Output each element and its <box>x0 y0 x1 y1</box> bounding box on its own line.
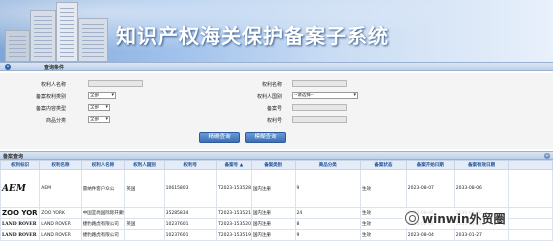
col-header-product-category[interactable]: 商品分类 <box>294 160 361 170</box>
row-rights-number: 10237601 <box>163 218 217 230</box>
row-holder-country: 英国 <box>124 169 165 208</box>
col-header-filing-number[interactable]: 备案号 ▲ <box>215 160 252 170</box>
row-rights-number: 10615803 <box>163 169 217 208</box>
row-filing-number[interactable]: T2023-153519 <box>215 229 252 241</box>
zoo-york-logo: ZOO YOR <box>2 209 38 217</box>
land-rover-logo: LAND ROVER <box>2 232 37 238</box>
results-table: 权利标识 权利名称 权利人名称 权利人国别 权利号 备案号 ▲ 备案类别 商品分… <box>0 160 553 241</box>
page-title: 知识产权海关保护备案子系统 <box>116 24 389 48</box>
col-header-holder-name[interactable]: 权利人名称 <box>80 160 126 170</box>
row-logo: LAND ROVER <box>0 218 41 230</box>
row-filing-status: 生效 <box>359 207 407 219</box>
row-rights-name[interactable]: LAND ROVER <box>39 218 82 230</box>
row-rights-name[interactable]: LAND ROVER <box>39 229 82 241</box>
row-filing-status: 生效 <box>359 169 407 208</box>
row-filing-number[interactable]: T2023-153521 <box>215 207 252 219</box>
table-row[interactable]: AEM AEM 雷纳件客户众公 英国 10615803 T2023-153528… <box>0 169 553 208</box>
row-end-date: 2033-08-06 <box>453 169 510 208</box>
row-filing-type: 国内注册 <box>250 207 296 219</box>
search-form: 权利人名称 权利名称 备案权利类别 全部 权利人国别 --请选择-- 备案内容类… <box>0 73 553 149</box>
col-header-filing-status[interactable]: 备案状态 <box>359 160 407 170</box>
row-holder-name: 捷豹路虎有限公司 <box>80 218 126 230</box>
filing-content-type-select[interactable]: 全部 <box>88 104 110 111</box>
holder-nationality-select[interactable]: --请选择-- <box>292 92 358 99</box>
row-holder-name: 中国宜尚国际际开蒙鲜动 <box>80 207 126 219</box>
rights-holder-name-label: 权利人名称 <box>40 82 66 88</box>
fuzzy-query-button[interactable]: 模糊查询 <box>245 132 286 143</box>
row-holder-country <box>124 229 165 241</box>
row-filing-type: 国内注册 <box>250 169 296 208</box>
row-holder-country: 英国 <box>124 218 165 230</box>
collapse-icon[interactable]: + <box>544 153 550 159</box>
info-icon: • <box>5 64 11 70</box>
watermark-text: winwin外贸圈 <box>422 211 506 226</box>
table-header-row: 权利标识 权利名称 权利人名称 权利人国别 权利号 备案号 ▲ 备案类别 商品分… <box>0 160 553 170</box>
rights-name-input[interactable] <box>292 80 347 87</box>
row-filing-status: 生效 <box>359 229 407 241</box>
row-holder-name: 雷纳件客户众公 <box>80 169 126 208</box>
rights-number-input[interactable] <box>292 116 347 123</box>
wechat-icon <box>405 211 419 225</box>
precise-query-button[interactable]: 精确查询 <box>199 132 240 143</box>
search-panel-title: 查询条件 <box>44 65 65 71</box>
row-filing-number[interactable]: T2023-153520 <box>215 218 252 230</box>
row-logo: ZOO YOR <box>0 207 41 219</box>
row-rights-name[interactable]: AEM <box>39 169 82 208</box>
product-category-label: 商品分类 <box>45 118 66 124</box>
filing-number-label: 备案号 <box>266 106 282 112</box>
row-product-category: 24 <box>294 207 361 219</box>
rights-name-label: 权利名称 <box>261 82 282 88</box>
building-image <box>78 18 108 62</box>
row-rights-number: 10237601 <box>163 229 217 241</box>
row-filing-number[interactable]: T2023-153528 <box>215 169 252 208</box>
results-panel-title: 备案查询 <box>3 154 24 160</box>
col-header-rights-logo[interactable]: 权利标识 <box>0 160 41 170</box>
row-filing-type: 国内注册 <box>250 218 296 230</box>
rights-number-label: 权利号 <box>266 118 282 124</box>
col-header-start-date[interactable]: 备案开始日期 <box>405 160 455 170</box>
row-logo: LAND ROVER <box>0 229 41 241</box>
row-product-category: 9 <box>294 169 361 208</box>
row-rights-number: 35285834 <box>163 207 217 219</box>
product-category-select[interactable]: 全部 <box>88 116 110 123</box>
col-header-rights-name[interactable]: 权利名称 <box>39 160 82 170</box>
table-row[interactable]: LAND ROVER LAND ROVER 捷豹路虎有限公司 10237601 … <box>0 229 553 241</box>
row-rights-name[interactable]: ZOO YORK <box>39 207 82 219</box>
holder-nationality-label: 权利人国别 <box>256 94 282 100</box>
aem-logo: AEM <box>2 183 26 194</box>
row-start-date: 2023-08-04 <box>405 229 455 241</box>
filing-rights-type-select[interactable]: 全部 <box>88 92 116 99</box>
col-header-end-date[interactable]: 备案有效日期 <box>453 160 510 170</box>
rights-holder-name-input[interactable] <box>88 80 143 87</box>
search-panel-header[interactable]: • 查询条件 <box>0 62 553 71</box>
building-image <box>56 2 78 62</box>
row-holder-name: 捷豹路虎有限公司 <box>80 229 126 241</box>
building-image <box>30 10 56 62</box>
filing-number-input[interactable] <box>292 104 347 111</box>
results-panel-header[interactable]: 备案查询 + <box>0 151 553 160</box>
header-banner: 知识产权海关保护备案子系统 <box>0 0 553 62</box>
building-image <box>5 30 30 62</box>
row-end-date: 2033-01-27 <box>453 229 510 241</box>
row-filing-status: 生效 <box>359 218 407 230</box>
row-logo: AEM <box>0 169 41 208</box>
filing-rights-type-label: 备案权利类别 <box>35 94 66 100</box>
row-holder-country <box>124 207 165 219</box>
col-header-spacer <box>508 160 553 170</box>
col-header-rights-number[interactable]: 权利号 <box>163 160 217 170</box>
col-header-holder-country[interactable]: 权利人国别 <box>124 160 165 170</box>
results-grid: 权利标识 权利名称 权利人名称 权利人国别 权利号 备案号 ▲ 备案类别 商品分… <box>0 160 553 247</box>
filing-content-type-label: 备案内容类型 <box>35 106 66 112</box>
row-start-date: 2023-08-07 <box>405 169 455 208</box>
land-rover-logo: LAND ROVER <box>2 221 37 227</box>
row-product-category: 9 <box>294 229 361 241</box>
row-filing-type: 国内注册 <box>250 229 296 241</box>
watermark: winwin外贸圈 <box>403 208 508 228</box>
row-product-category: 8 <box>294 218 361 230</box>
col-header-filing-type[interactable]: 备案类别 <box>250 160 296 170</box>
